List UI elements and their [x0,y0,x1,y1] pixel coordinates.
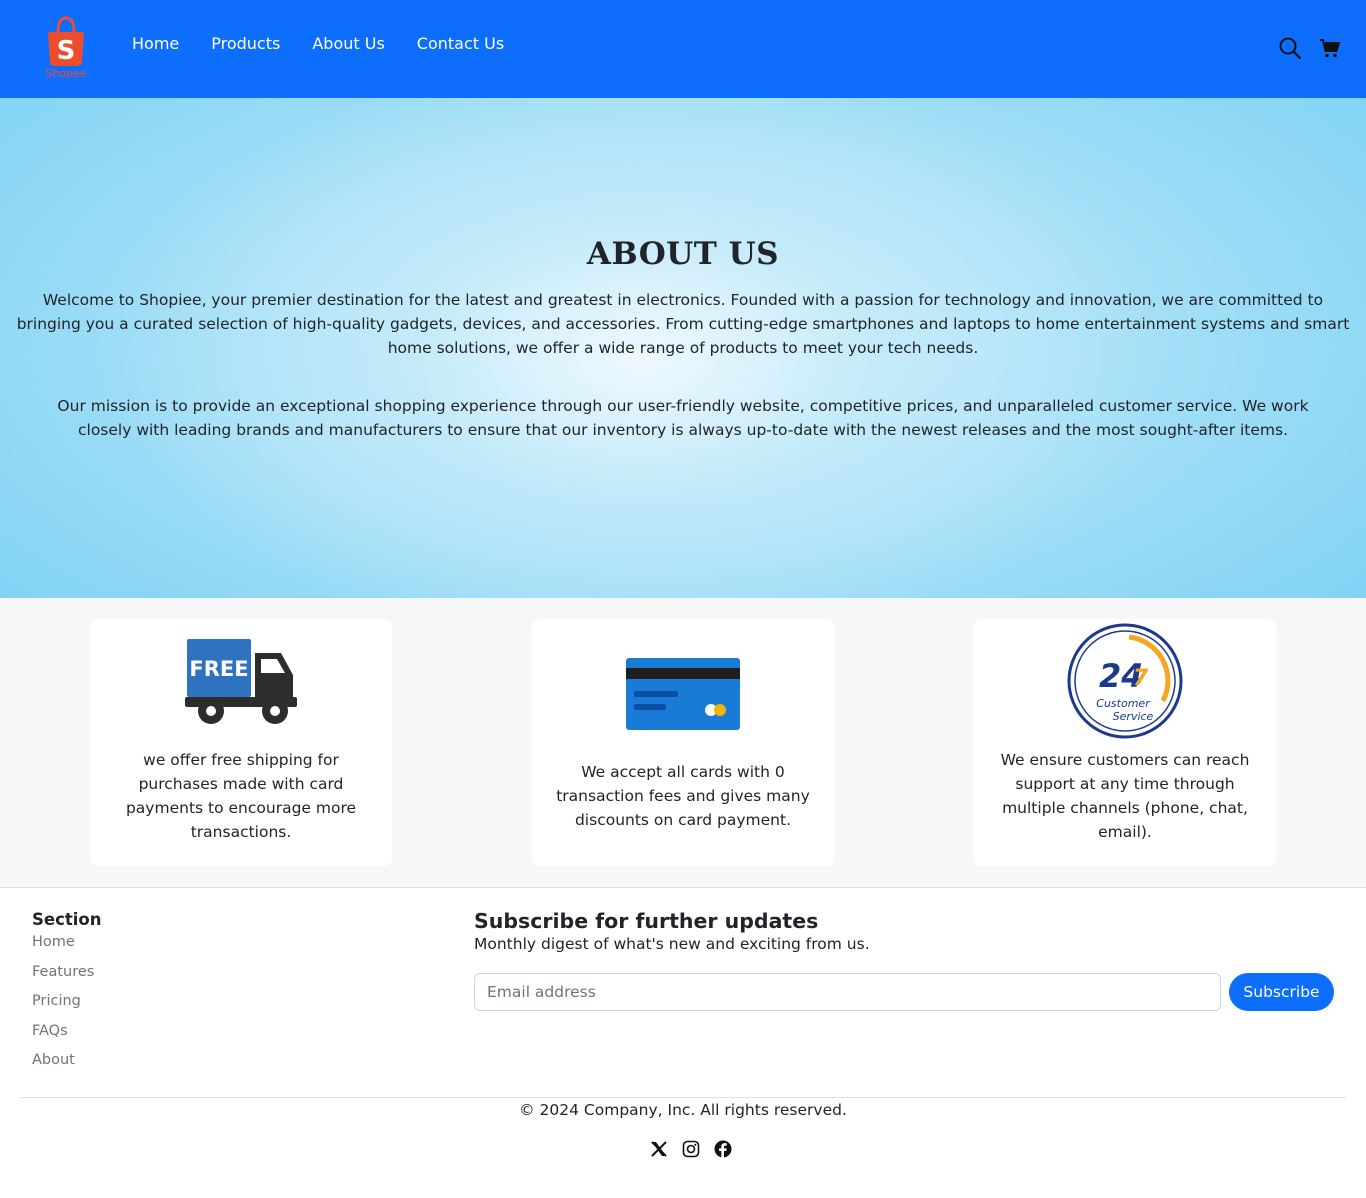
email-input[interactable] [474,973,1221,1011]
about-paragraph-mission: Our mission is to provide an exceptional… [57,397,1309,439]
nav-link-contact-us[interactable]: Contact Us [417,33,504,55]
features-section: FREE we offer free shipping for purchase… [0,598,1366,888]
subscribe-button[interactable]: Subscribe [1229,973,1334,1011]
cart-icon[interactable] [1318,36,1342,60]
search-icon[interactable] [1278,36,1302,60]
free-shipping-truck-icon: FREE [185,639,297,724]
about-hero: ABOUT US Welcome to Shopiee, your premie… [0,98,1366,598]
svg-text:Service: Service [1113,710,1154,723]
shopee-logo[interactable]: S Shopee [40,14,92,82]
svg-text:Customer: Customer [1096,697,1151,710]
svg-text:FREE: FREE [189,657,248,681]
navbar: S Shopee Home Products About Us Contact … [0,0,1366,98]
feature-text-free-shipping: we offer free shipping for purchases mad… [125,751,357,841]
x-twitter-icon[interactable] [650,1140,668,1158]
nav-link-home[interactable]: Home [132,33,179,55]
feature-card-free-shipping: FREE we offer free shipping for purchase… [90,619,392,866]
about-paragraph-welcome: Welcome to Shopiee, your premier destina… [16,291,1350,357]
feature-card-support: 24 7 Customer Service We ensure customer… [974,619,1276,866]
footer-link-features[interactable]: Features [32,962,94,992]
nav-link-about-us[interactable]: About Us [312,33,384,55]
credit-card-icon [626,658,740,730]
svg-text:7: 7 [1133,666,1149,691]
svg-text:S: S [57,36,76,66]
feature-text-support: We ensure customers can reach support at… [1000,751,1250,841]
footer-link-about[interactable]: About [32,1050,94,1080]
footer-link-home[interactable]: Home [32,932,94,962]
footer-links: Home Features Pricing FAQs About [32,932,94,1080]
copyright: © 2024 Company, Inc. All rights reserved… [519,1101,847,1119]
footer-section-title: Section [32,910,102,929]
svg-text:Shopee: Shopee [45,67,86,80]
nav-links: Home Products About Us Contact Us [132,33,536,55]
instagram-icon[interactable] [682,1140,700,1158]
customer-service-24-7-icon: 24 7 Customer Service [1067,623,1183,739]
feature-text-cards: We accept all cards with 0 transaction f… [556,763,810,829]
facebook-icon[interactable] [714,1140,732,1158]
footer-link-faqs[interactable]: FAQs [32,1021,94,1051]
nav-link-products[interactable]: Products [211,33,280,55]
page-title: ABOUT US [586,236,780,272]
subscribe-description: Monthly digest of what's new and excitin… [474,935,870,953]
footer-link-pricing[interactable]: Pricing [32,991,94,1021]
subscribe-title: Subscribe for further updates [474,909,819,933]
feature-card-cards: We accept all cards with 0 transaction f… [532,619,834,866]
